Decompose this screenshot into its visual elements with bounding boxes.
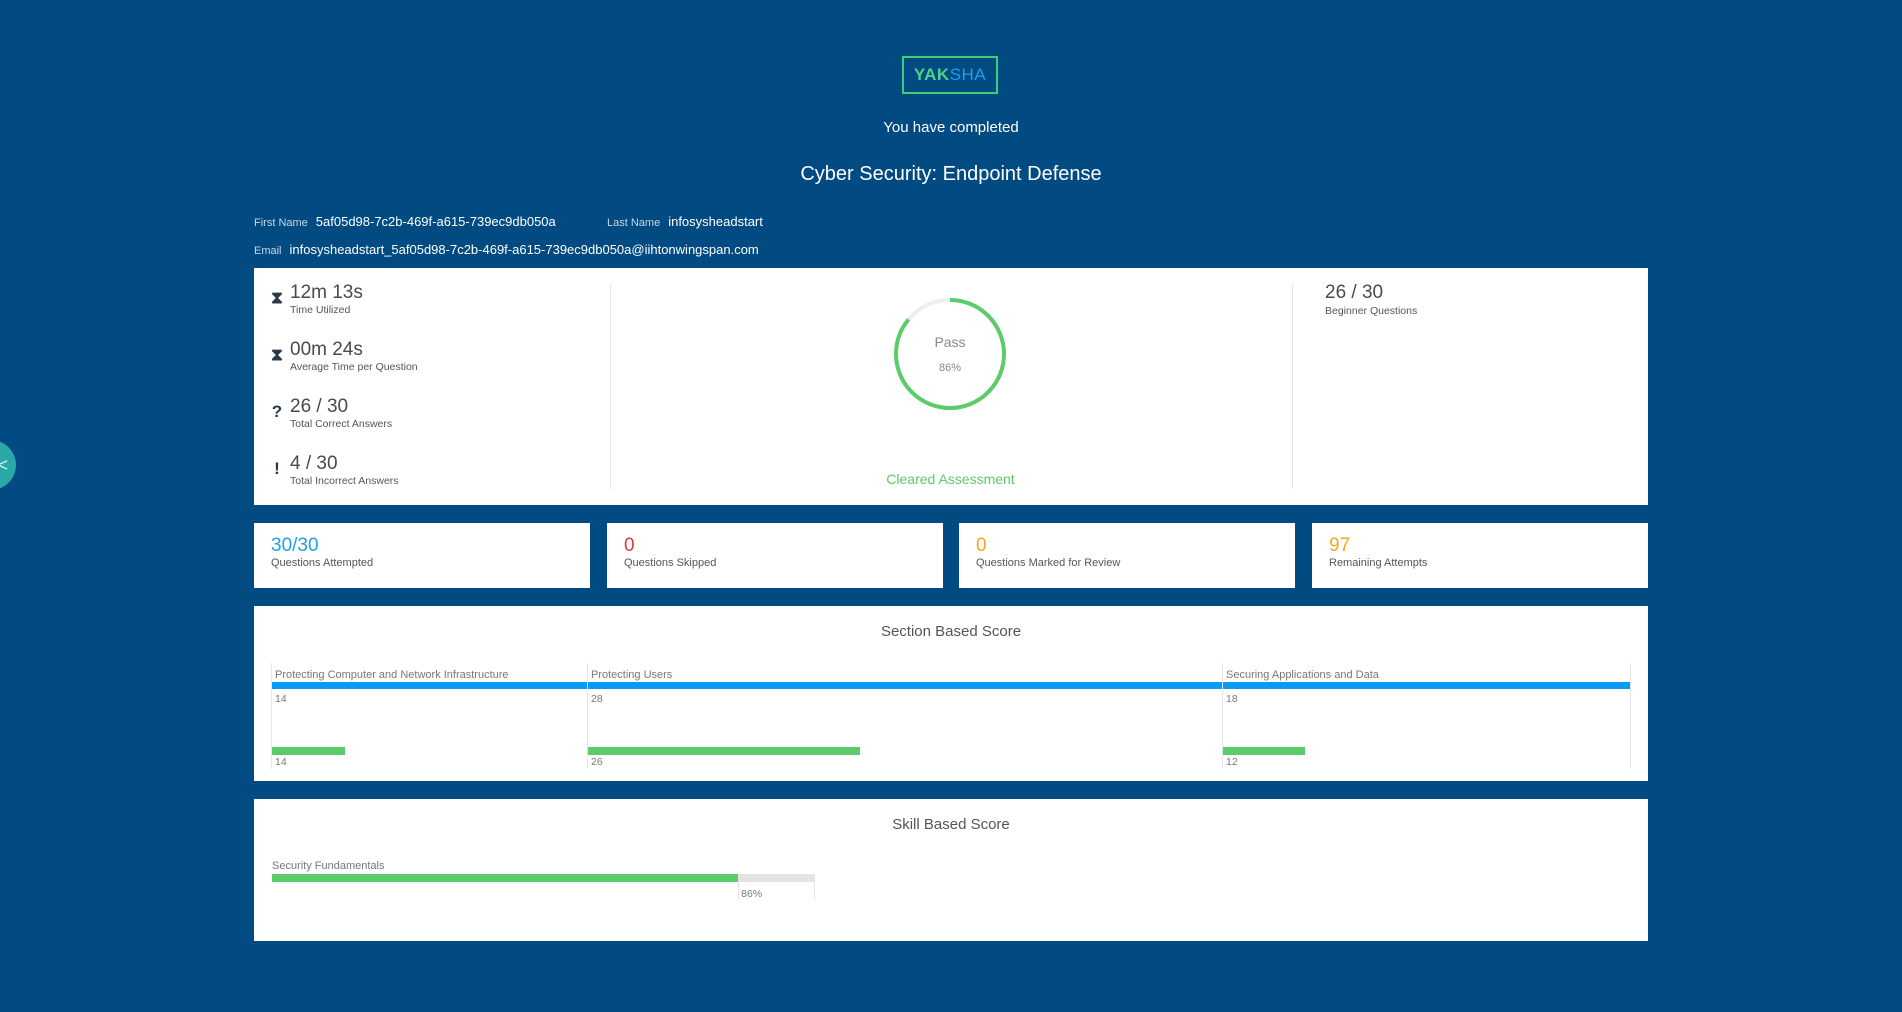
counter-value: 97	[1329, 535, 1351, 556]
divider	[610, 284, 611, 489]
skill-bar-track	[272, 874, 814, 882]
section-scored-value: 12	[1226, 756, 1238, 768]
result-ring: Pass 86%	[890, 294, 1010, 414]
progress-ring-icon	[894, 298, 1006, 410]
section-name: Securing Applications and Data	[1226, 669, 1379, 681]
counter-value: 30/30	[271, 535, 319, 556]
section-scored-bar	[272, 747, 345, 755]
section-total-bar	[272, 682, 588, 689]
yaksha-logo: YAK SHA	[902, 56, 998, 94]
section-total-bar	[588, 682, 1222, 689]
skill-bar-tick	[738, 874, 740, 900]
first-name-row: First Name 5af05d98-7c2b-469f-a615-739ec9…	[254, 213, 556, 231]
counter-label: Questions Marked for Review	[976, 557, 1121, 569]
section-scored-value: 14	[275, 756, 287, 768]
section-name: Protecting Computer and Network Infrastr…	[275, 669, 509, 681]
question-icon: ?	[271, 402, 283, 421]
section-column: Protecting Users 28 26	[587, 663, 1222, 769]
hourglass-icon: ⧗	[271, 345, 283, 364]
last-name-row: Last Name infosysheadstart	[607, 213, 763, 231]
counter-value: 0	[624, 535, 635, 556]
skill-percent: 86%	[741, 888, 763, 900]
counter-label: Questions Attempted	[271, 557, 374, 569]
email-value: infosysheadstart_5af05d98-7c2b-469f-a615…	[289, 242, 759, 257]
questions-attempted-card: 30/30 Questions Attempted	[254, 523, 590, 588]
divider	[1292, 284, 1293, 489]
skill-name: Security Fundamentals	[272, 860, 385, 872]
section-column: Securing Applications and Data 18 12	[1222, 663, 1631, 769]
section-scored-value: 26	[591, 756, 603, 768]
exclamation-icon: !	[274, 459, 280, 478]
course-title: Cyber Security: Endpoint Defense	[800, 163, 1102, 185]
email-label: Email	[254, 245, 282, 257]
result-status: Pass	[934, 334, 966, 350]
counter-value: 0	[976, 535, 987, 556]
section-score-panel: Section Based Score Protecting Computer …	[254, 606, 1648, 781]
skill-score-panel: Skill Based Score Security Fundamentals …	[254, 799, 1648, 941]
section-total-value: 18	[1226, 693, 1238, 705]
last-name-value: infosysheadstart	[668, 214, 763, 229]
section-score-title: Section Based Score	[880, 623, 1022, 640]
first-name-label: First Name	[254, 217, 308, 229]
divider	[1630, 663, 1631, 769]
completed-text: You have completed	[883, 119, 1019, 136]
counter-label: Remaining Attempts	[1329, 557, 1428, 569]
email-row: Email infosysheadstart_5af05d98-7c2b-469f…	[254, 241, 759, 259]
beginner-questions-stat: 26 / 30 Beginner Questions	[1325, 282, 1418, 317]
last-name-label: Last Name	[607, 217, 661, 229]
counter-label: Questions Skipped	[624, 557, 717, 569]
questions-marked-review-card: 0 Questions Marked for Review	[959, 523, 1295, 588]
cleared-assessment-text: Cleared Assessment	[886, 471, 1015, 487]
section-name: Protecting Users	[591, 669, 673, 681]
section-total-bar	[1223, 682, 1631, 689]
remaining-attempts-card: 97 Remaining Attempts	[1312, 523, 1648, 588]
section-scored-bar	[1223, 747, 1305, 755]
hourglass-icon: ⧗	[271, 288, 283, 307]
section-column: Protecting Computer and Network Infrastr…	[271, 663, 588, 769]
questions-skipped-card: 0 Questions Skipped	[607, 523, 943, 588]
skill-bar-end	[814, 874, 815, 900]
summary-panel: ⧗ 12m 13s Time Utilized ⧗ 00m 24s Averag…	[254, 268, 1648, 505]
result-percent: 86%	[938, 362, 962, 374]
skill-score-title: Skill Based Score	[892, 816, 1010, 833]
chevron-left-icon: <	[0, 454, 8, 475]
side-panel-toggle[interactable]: <	[0, 440, 16, 490]
section-scored-bar	[588, 747, 860, 755]
section-total-value: 14	[275, 693, 287, 705]
skill-bar-fill	[272, 874, 739, 882]
section-total-value: 28	[591, 693, 603, 705]
first-name-value: 5af05d98-7c2b-469f-a615-739ec9db050a	[315, 214, 556, 229]
